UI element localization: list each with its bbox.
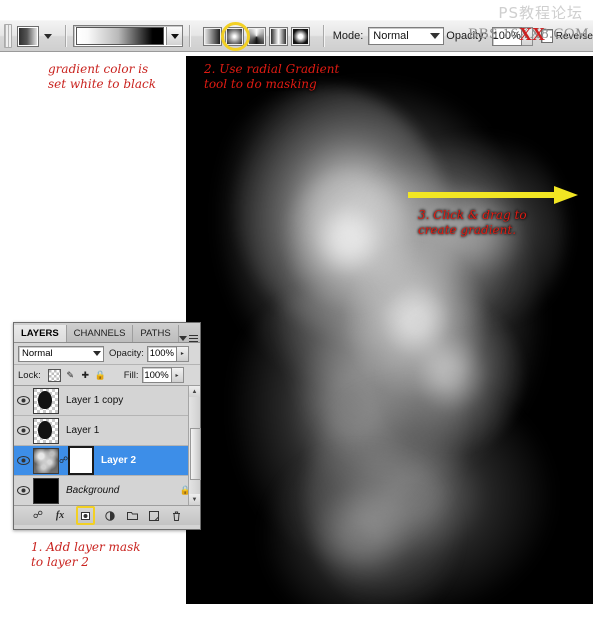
lock-image-pixels-icon[interactable]: ✎ <box>65 370 76 381</box>
layer-row-layer-1-copy[interactable]: Layer 1 copy <box>14 386 200 416</box>
tool-preset-chevron-down-icon[interactable] <box>44 33 53 39</box>
layer-blend-mode-value: Normal <box>22 348 53 359</box>
gradient-preset-chevron-down-icon[interactable] <box>166 27 183 45</box>
layer-thumbnail[interactable] <box>33 477 59 504</box>
scrollbar-thumb[interactable] <box>190 428 201 480</box>
note-step-3: 3. Click & drag to create gradient. <box>418 208 527 237</box>
panel-menu-icon[interactable] <box>178 334 202 342</box>
drag-direction-arrow <box>408 186 578 204</box>
layer-name: Background <box>66 485 120 496</box>
eye-icon[interactable] <box>14 396 33 405</box>
add-layer-mask-button[interactable] <box>75 506 95 525</box>
reflected-gradient-icon[interactable] <box>268 26 288 46</box>
smoke-highlight <box>281 151 431 311</box>
tab-paths[interactable]: PATHS <box>133 325 179 342</box>
layer-row-layer-2[interactable]: ☍ Layer 2 <box>14 446 200 476</box>
gradient-type-buttons <box>202 21 313 51</box>
lock-position-icon[interactable]: ✚ <box>80 370 91 381</box>
scroll-up-arrow-icon[interactable]: ▲ <box>189 386 200 397</box>
lock-label: Lock: <box>18 369 41 381</box>
layer-row-layer-1[interactable]: Layer 1 <box>14 416 200 446</box>
scroll-down-arrow-icon[interactable]: ▼ <box>189 494 200 505</box>
eye-icon[interactable] <box>14 456 33 465</box>
gradient-options-bar: Mode: Normal Opacity: 100% ▸ Reverse <box>0 20 593 52</box>
layer-thumbnail[interactable] <box>33 387 59 414</box>
angle-gradient-icon[interactable] <box>246 26 266 46</box>
layer-name: Layer 2 <box>101 455 137 466</box>
layer-list-scrollbar[interactable]: ▲ ▼ <box>188 386 201 505</box>
layer-opacity-input[interactable]: 100% <box>146 345 177 362</box>
panel-tab-bar: LAYERS CHANNELS PATHS <box>14 323 200 343</box>
mode-label: Mode: <box>332 30 364 42</box>
link-layers-button[interactable]: ☍ <box>32 509 45 522</box>
layers-panel-toolbar: ☍ fx <box>14 505 200 525</box>
photoshop-canvas[interactable]: 2. Use radial Gradient tool to do maskin… <box>186 56 593 604</box>
reverse-checkbox[interactable] <box>541 29 553 43</box>
reverse-label: Reverse <box>555 30 593 42</box>
opacity-label: Opacity: <box>446 30 487 42</box>
delete-layer-button[interactable] <box>170 509 183 522</box>
layer-row-background[interactable]: Background 🔒 <box>14 476 200 505</box>
chevron-down-icon <box>93 351 101 356</box>
gradient-tool-icon[interactable] <box>16 25 40 47</box>
layer-opacity-stepper[interactable]: ▸ <box>176 345 189 362</box>
tab-layers[interactable]: LAYERS <box>14 325 67 342</box>
layer-thumbnail[interactable] <box>33 447 59 474</box>
fill-label: Fill: <box>123 369 139 381</box>
layer-opacity-label: Opacity: <box>109 348 144 359</box>
divider <box>322 25 325 47</box>
new-group-button[interactable] <box>126 509 139 522</box>
note-step-2: 2. Use radial Gradient tool to do maskin… <box>204 62 340 91</box>
tab-channels[interactable]: CHANNELS <box>67 325 134 342</box>
layer-style-button[interactable]: fx <box>54 509 67 522</box>
blend-mode-select[interactable]: Normal <box>368 27 445 45</box>
chevron-down-icon <box>430 33 441 39</box>
blend-row: Normal Opacity: 100% ▸ <box>14 343 200 365</box>
adjustment-layer-button[interactable] <box>104 509 117 522</box>
layers-panel: LAYERS CHANNELS PATHS Normal Opacity: 10… <box>13 322 201 530</box>
smoke-highlight <box>361 296 526 471</box>
layer-list: Layer 1 copy Layer 1 ☍ Layer 2 Backgroun… <box>14 386 201 505</box>
layer-fill-stepper[interactable]: ▸ <box>171 367 184 383</box>
gradient-preset-swatch[interactable] <box>76 27 165 45</box>
layer-name: Layer 1 copy <box>66 395 124 406</box>
divider <box>65 25 68 47</box>
layer-thumbnail[interactable] <box>33 417 59 444</box>
diamond-gradient-icon[interactable] <box>290 26 310 46</box>
divider <box>189 25 191 47</box>
layer-name: Layer 1 <box>66 425 100 436</box>
eye-icon[interactable] <box>14 486 33 495</box>
options-bar-grip[interactable] <box>4 24 12 48</box>
note-gradient-color: gradient color is set white to black <box>48 62 156 91</box>
link-icon[interactable]: ☍ <box>59 455 68 466</box>
opacity-input[interactable]: 100% <box>491 26 522 46</box>
eye-icon[interactable] <box>14 426 33 435</box>
gradient-preset-picker[interactable] <box>73 25 184 47</box>
radial-gradient-icon[interactable] <box>224 26 244 46</box>
layer-blend-mode-select[interactable]: Normal <box>18 345 104 362</box>
opacity-stepper[interactable]: ▸ <box>521 26 534 46</box>
note-step-1: 1. Add layer mask to layer 2 <box>31 540 141 569</box>
linear-gradient-icon[interactable] <box>202 26 222 46</box>
layer-mask-thumbnail[interactable] <box>68 446 94 475</box>
layer-fill-input[interactable]: 100% <box>141 367 172 383</box>
lock-row: Lock: ✎ ✚ 🔒 Fill: 100% ▸ <box>14 365 200 386</box>
lock-all-icon[interactable]: 🔒 <box>95 370 106 381</box>
lock-transparent-pixels-icon[interactable] <box>47 368 61 382</box>
blend-mode-value: Normal <box>373 30 409 42</box>
new-layer-button[interactable] <box>148 509 161 522</box>
